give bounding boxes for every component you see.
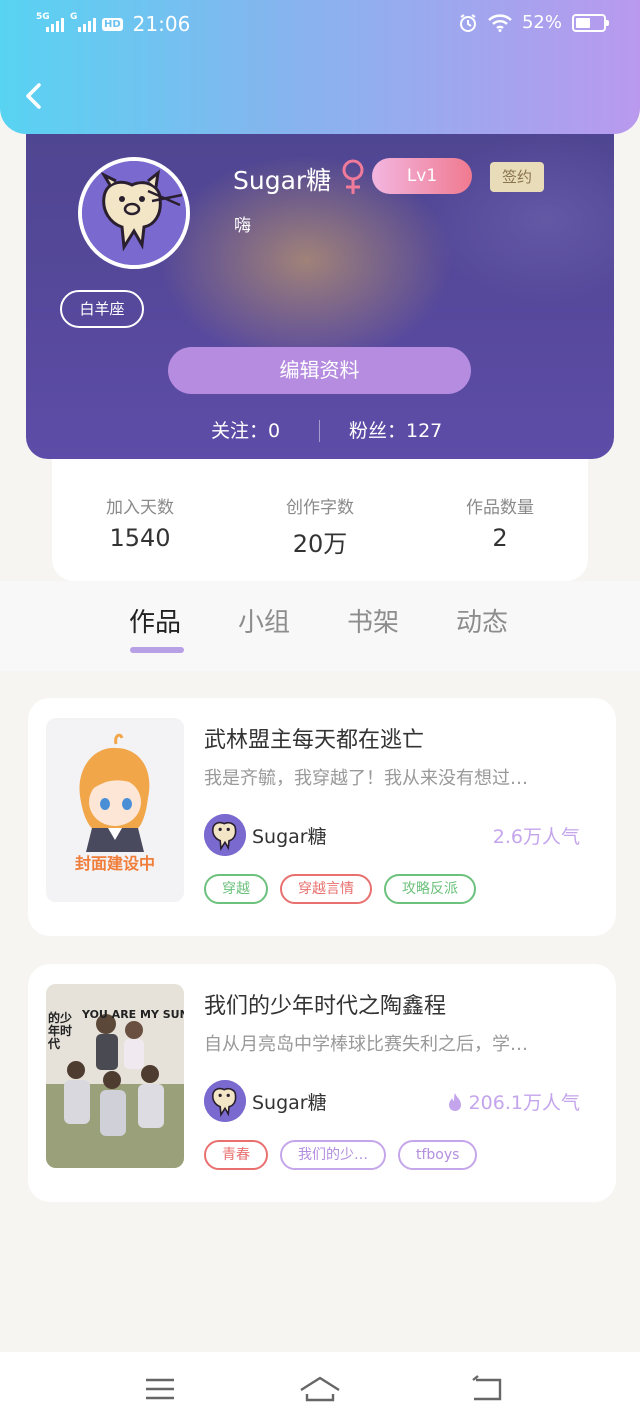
book-title[interactable]: 武林盟主每天都在逃亡 (204, 722, 424, 754)
tag-pill[interactable]: 穿越言情 (280, 874, 372, 904)
book-title[interactable]: 我们的少年时代之陶鑫程 (204, 988, 446, 1020)
fire-icon (448, 1092, 461, 1111)
signal-g-icon: G (70, 12, 96, 32)
chevron-left-icon[interactable] (22, 82, 46, 110)
tag-pill[interactable]: 攻略反派 (384, 874, 476, 904)
tab-bar (0, 581, 640, 671)
stat-join-days: 加入天数 1540 (70, 493, 210, 552)
stat-label: 创作字数 (286, 498, 354, 518)
book-description: 我是齐毓，我穿越了！我从来没有想过… (204, 768, 528, 789)
tab-groups[interactable]: 小组 (238, 602, 290, 639)
female-icon (342, 159, 364, 194)
book-cover: YOU ARE MY SUNSH 的少年时代 (46, 984, 184, 1168)
level-badge: Lv1 (372, 158, 472, 194)
tag-pill[interactable]: 我们的少… (280, 1140, 386, 1170)
placeholder-cover-icon (46, 718, 184, 902)
tag-list: 穿越 穿越言情 攻略反派 (204, 874, 476, 904)
battery-icon (572, 13, 609, 32)
stat-works-count: 作品数量 2 (430, 493, 570, 552)
system-nav-bar (0, 1352, 640, 1427)
profile-card: Sugar糖 Lv1 签约 嗨 白羊座 编辑资料 关注：0 粉丝：127 (26, 110, 614, 459)
book-card[interactable]: 封面建设中 武林盟主每天都在逃亡 我是齐毓，我穿越了！我从来没有想过… Suga… (28, 698, 616, 936)
tag-pill[interactable]: 青春 (204, 1140, 268, 1170)
popularity-text: 206.1万人气 (468, 1092, 580, 1114)
status-time: 21:06 (132, 12, 191, 36)
book-card[interactable]: YOU ARE MY SUNSH 的少年时代 我们的少年时代之陶鑫程 自从月亮岛… (28, 964, 616, 1202)
stat-label: 加入天数 (106, 498, 174, 518)
tag-pill[interactable]: tfboys (398, 1140, 478, 1170)
author-name: Sugar糖 (252, 826, 327, 848)
fans-count[interactable]: 粉丝：127 (349, 416, 442, 443)
divider (319, 420, 320, 442)
author-name: Sugar糖 (252, 1092, 327, 1114)
zodiac-badge: 白羊座 (60, 290, 144, 328)
back-icon[interactable] (470, 1374, 504, 1404)
battery-percent: 52% (521, 12, 562, 33)
cover-caption-2: 的少年时代 (48, 1011, 73, 1051)
alarm-icon (459, 13, 476, 32)
username: Sugar糖 (233, 166, 332, 195)
tag-list: 青春 我们的少… tfboys (204, 1140, 478, 1170)
author-avatar (204, 1080, 246, 1122)
stat-word-count: 创作字数 20万 (250, 493, 390, 559)
pig-avatar-icon (82, 161, 186, 265)
home-icon[interactable] (299, 1374, 341, 1404)
hd-badge: HD (102, 17, 123, 31)
bio-text: 嗨 (234, 216, 251, 236)
status-bar: 5G G HD 21:06 52% (0, 0, 640, 50)
tab-active-indicator (130, 647, 184, 653)
top-header: 5G G HD 21:06 52% (0, 0, 640, 134)
stat-value: 20万 (292, 530, 348, 558)
popularity: 206.1万人气 (447, 1088, 580, 1115)
book-cover: 封面建设中 (46, 718, 184, 902)
book-description: 自从月亮岛中学棒球比赛失利之后，学… (204, 1034, 528, 1055)
signed-badge: 签约 (490, 162, 544, 192)
avatar[interactable] (78, 157, 190, 269)
edit-profile-button[interactable]: 编辑资料 (168, 347, 471, 394)
menu-icon[interactable] (143, 1374, 177, 1404)
popularity: 2.6万人气 (493, 822, 580, 849)
stat-value: 2 (492, 524, 508, 552)
tag-pill[interactable]: 穿越 (204, 874, 268, 904)
stat-label: 作品数量 (466, 498, 534, 518)
tab-works[interactable]: 作品 (129, 602, 181, 639)
author-avatar (204, 814, 246, 856)
cover-caption: 封面建设中 (74, 854, 155, 873)
stat-value: 1540 (109, 524, 171, 552)
following-count[interactable]: 关注：0 (211, 416, 280, 443)
popularity-text: 2.6万人气 (492, 826, 580, 848)
cover-caption: YOU ARE MY SUNSH (82, 1008, 184, 1021)
follow-stats: 关注：0 粉丝：127 (26, 416, 614, 446)
stats-card: 加入天数 1540 创作字数 20万 作品数量 2 (52, 459, 588, 581)
wifi-icon (488, 13, 512, 32)
signal-5g-icon: 5G (36, 12, 64, 32)
tab-bookshelf[interactable]: 书架 (347, 602, 399, 639)
tab-activity[interactable]: 动态 (456, 602, 508, 639)
